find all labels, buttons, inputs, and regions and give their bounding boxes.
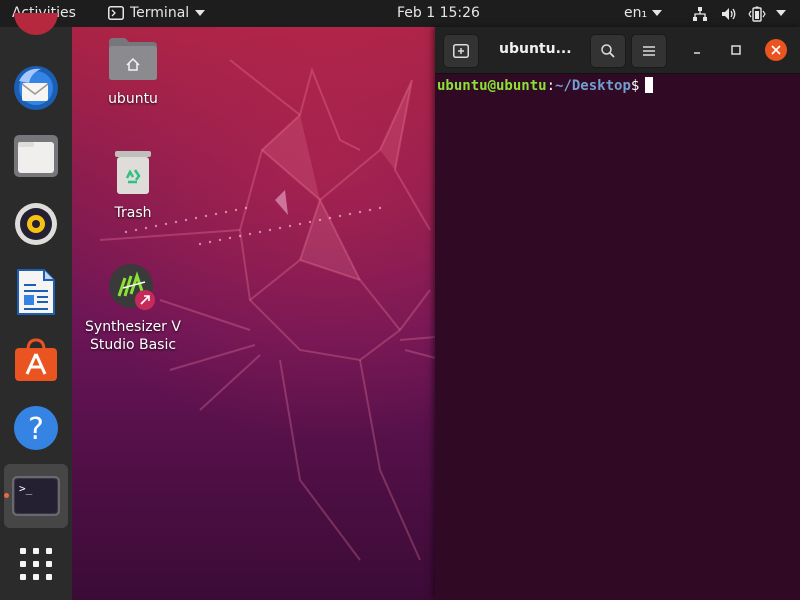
show-applications-button[interactable] — [4, 532, 68, 596]
close-button[interactable] — [765, 39, 787, 61]
dock-item-terminal[interactable]: >_ — [4, 464, 68, 528]
desktop-icon-label-line2: Studio Basic — [89, 337, 177, 353]
input-language-indicator[interactable]: en₁ — [624, 5, 647, 21]
svg-text:>_: >_ — [19, 482, 33, 495]
prompt-separator: : — [546, 78, 556, 94]
menu-button[interactable] — [631, 34, 667, 68]
ubuntu-software-icon — [15, 338, 57, 381]
dock-item-rhythmbox[interactable] — [4, 192, 68, 256]
terminal-icon: >_ — [12, 476, 60, 516]
text-cursor — [645, 77, 654, 93]
search-icon — [601, 44, 615, 58]
app-menu-button[interactable]: Terminal — [108, 5, 206, 21]
dock-item-ubuntu-software[interactable] — [4, 328, 68, 392]
rhythmbox-icon — [15, 203, 57, 245]
dock-item-libreoffice-writer[interactable] — [4, 260, 68, 324]
terminal-app-icon — [108, 6, 124, 20]
terminal-output-area[interactable]: ubuntu@ubuntu:~/Desktop$ — [435, 73, 800, 600]
trash-icon — [115, 151, 151, 194]
new-tab-icon — [453, 44, 469, 58]
thunderbird-icon — [14, 66, 58, 110]
libreoffice-writer-icon — [17, 269, 55, 315]
partially-hidden-dock-icon[interactable] — [14, 13, 58, 41]
terminal-title: ubuntu... — [499, 41, 572, 57]
prompt-symbol: $ — [630, 78, 640, 94]
desktop-icon-label-line1: Synthesizer V — [85, 319, 181, 335]
app-grid-icon — [20, 548, 52, 580]
dock-item-files[interactable] — [4, 124, 68, 188]
desktop-icon-trash[interactable]: Trash — [83, 150, 183, 222]
files-icon — [14, 135, 58, 177]
prompt-user-host: ubuntu@ubuntu — [437, 78, 547, 94]
trash-image — [107, 150, 159, 202]
top-bar: Activities Terminal Feb 1 15:26 en₁ — [0, 0, 800, 27]
volume-icon[interactable] — [721, 6, 737, 22]
search-button[interactable] — [590, 34, 626, 68]
help-icon: ? — [14, 406, 58, 450]
language-chevron-down-icon[interactable] — [652, 10, 662, 16]
shell-prompt: ubuntu@ubuntu:~/Desktop$ — [437, 77, 654, 94]
chevron-down-icon — [195, 10, 206, 16]
prompt-path: ~/Desktop — [555, 78, 631, 94]
terminal-window[interactable]: ubuntu... ubuntu@ubuntu:~/Desktop$ — [435, 27, 800, 600]
terminal-header-bar[interactable]: ubuntu... — [435, 27, 800, 74]
minimize-icon — [694, 52, 700, 54]
dock-item-help[interactable]: ? — [4, 396, 68, 460]
desktop-icon-synthesizer-v[interactable]: Synthesizer V Studio Basic — [83, 264, 183, 354]
dock: ? >_ — [0, 13, 72, 600]
battery-icon[interactable] — [748, 6, 766, 22]
power-menu-chevron-icon[interactable] — [776, 10, 786, 16]
desktop-icon-label: Trash — [114, 205, 152, 221]
desktop-icon-label: ubuntu — [108, 91, 158, 107]
app-menu-label: Terminal — [130, 5, 190, 21]
new-tab-button[interactable] — [443, 34, 479, 68]
minimize-button[interactable] — [687, 40, 707, 60]
svg-text:?: ? — [28, 412, 44, 447]
home-folder-image — [107, 36, 159, 88]
network-icon[interactable] — [692, 6, 708, 22]
maximize-icon — [731, 45, 741, 55]
desktop-icon-home[interactable]: ubuntu — [83, 36, 183, 108]
clock[interactable]: Feb 1 15:26 — [397, 5, 480, 21]
dock-item-thunderbird[interactable] — [4, 56, 68, 120]
home-folder-icon — [109, 38, 157, 80]
synthesizer-v-icon — [109, 264, 155, 310]
maximize-button[interactable] — [726, 40, 746, 60]
close-icon — [771, 45, 781, 55]
synthesizer-v-image — [107, 264, 159, 316]
hamburger-menu-icon — [643, 46, 655, 56]
